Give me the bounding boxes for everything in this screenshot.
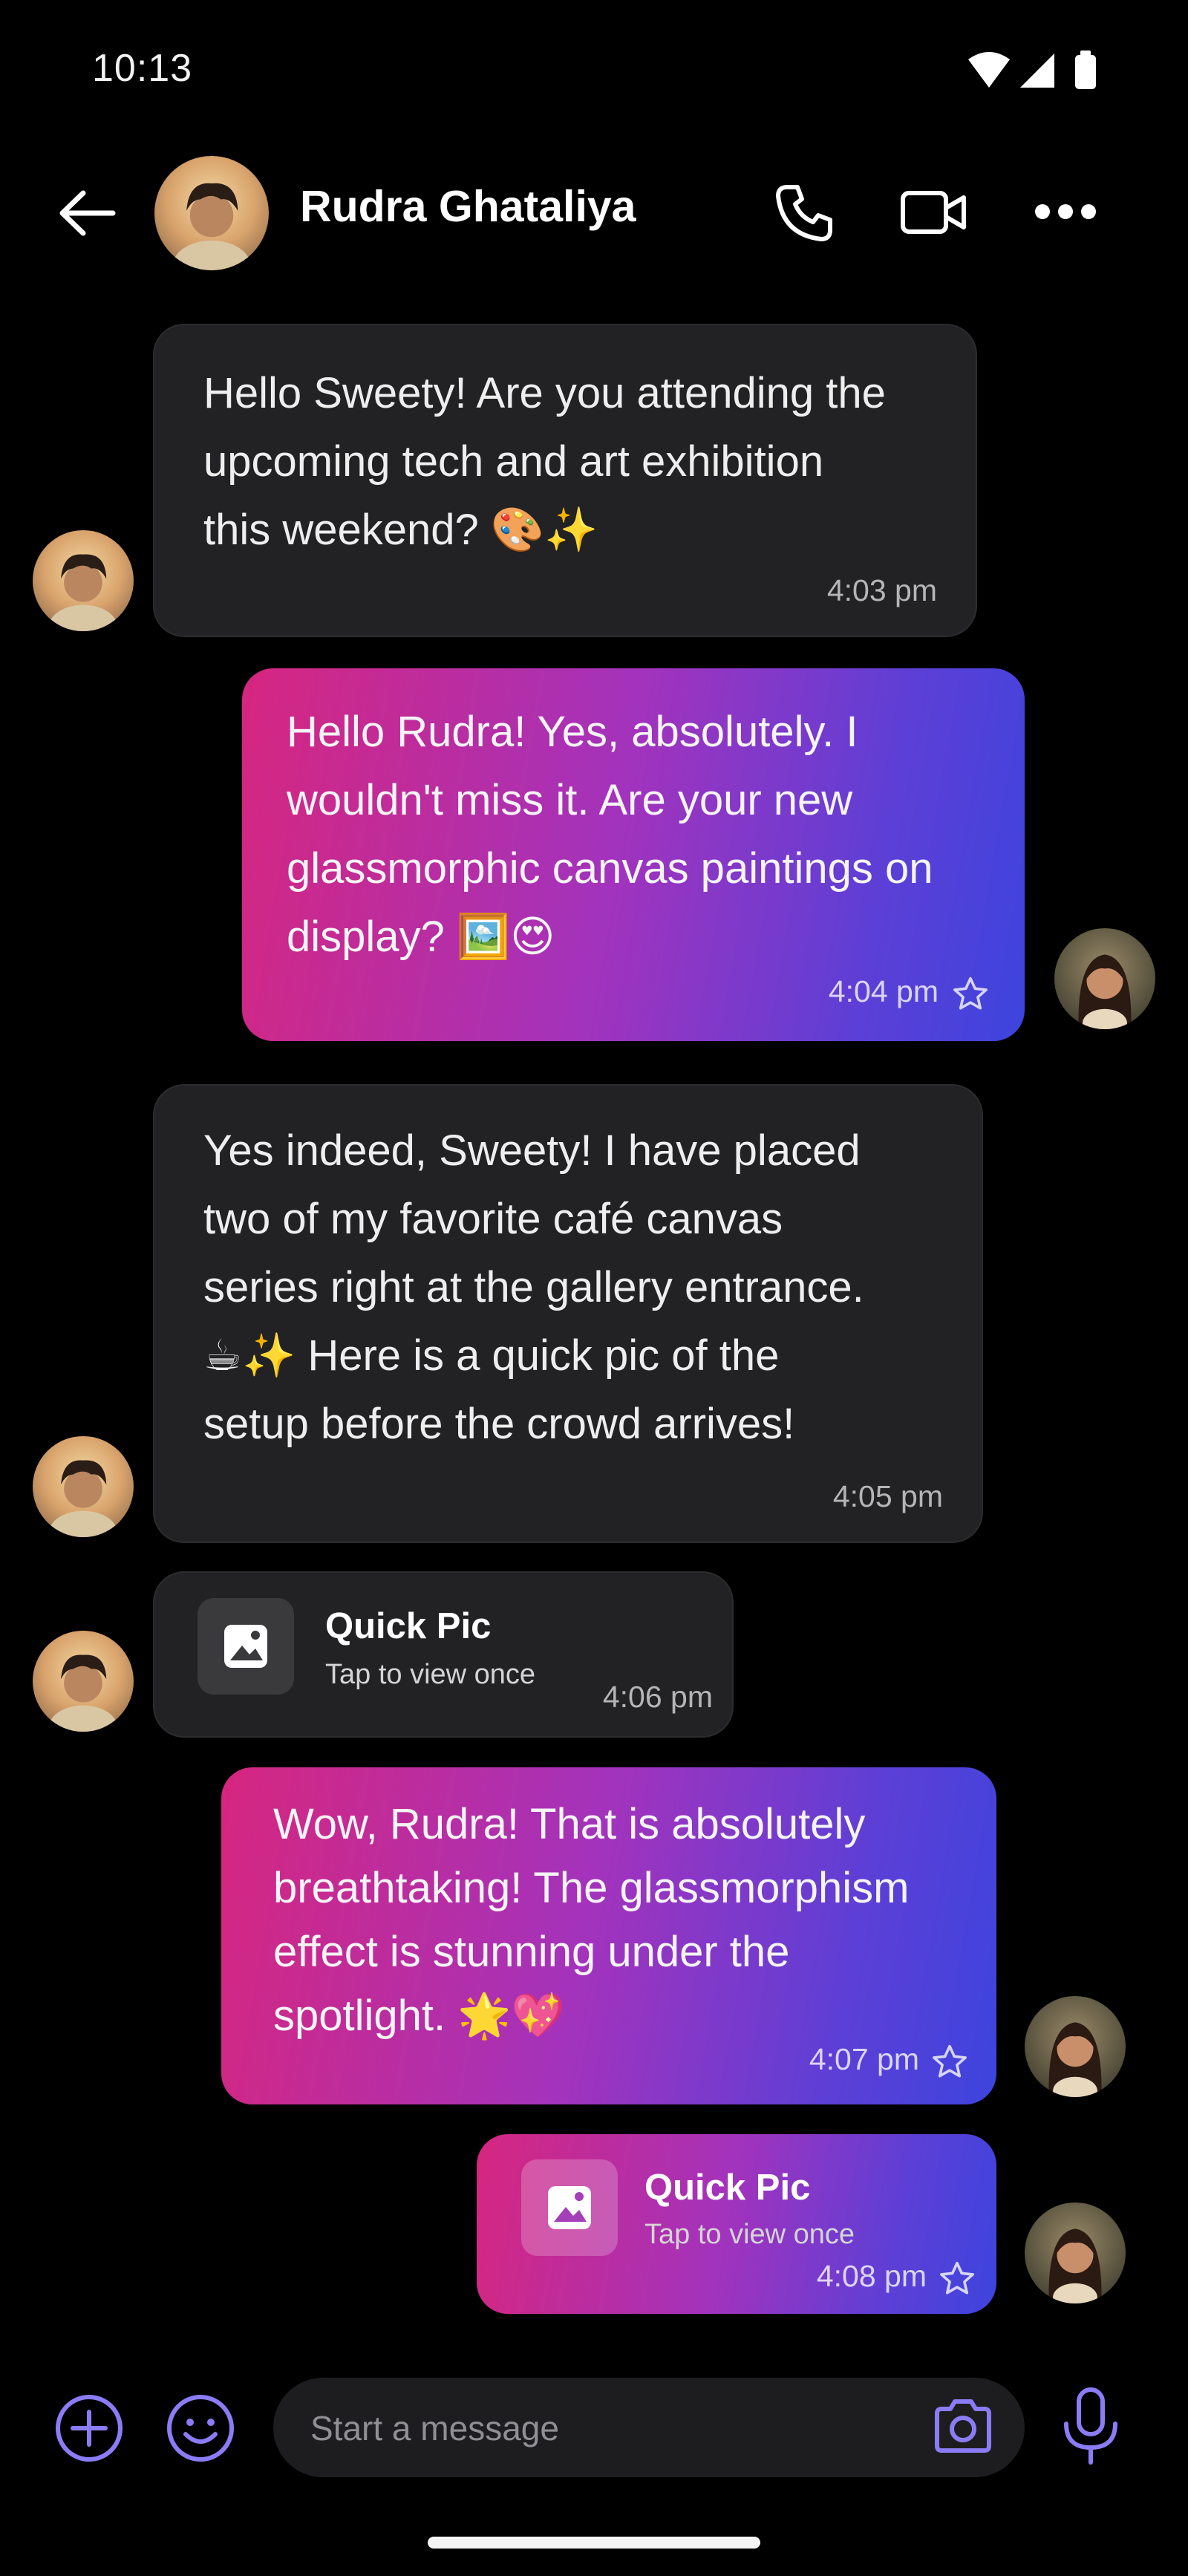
user-avatar[interactable] (1025, 2202, 1126, 2303)
quick-pic-bubble[interactable]: Quick Pic Tap to view once 4:06 pm (153, 1571, 734, 1738)
message-time: 4:04 pm (828, 974, 939, 1008)
camera-button[interactable] (931, 2397, 995, 2456)
back-button[interactable] (53, 183, 120, 244)
user-avatar[interactable] (1025, 1996, 1126, 2097)
phone-icon (776, 185, 832, 241)
message-time: 4:05 pm (832, 1479, 943, 1513)
camera-icon (935, 2399, 991, 2453)
quick-pic-subtitle: Tap to view once (325, 1659, 536, 1690)
message-time: 4:07 pm (809, 2042, 919, 2076)
contact-avatar[interactable] (33, 530, 134, 631)
add-icon (56, 2395, 123, 2462)
signal-icon (1020, 53, 1054, 88)
status-time: 10:13 (92, 47, 193, 90)
video-call-button[interactable] (900, 187, 968, 238)
star-icon[interactable] (937, 2259, 977, 2299)
quick-pic-thumbnail (198, 1598, 294, 1695)
video-camera-icon (901, 191, 966, 234)
microphone-icon (1064, 2387, 1117, 2465)
image-icon (548, 2186, 591, 2229)
more-icon (1035, 204, 1096, 219)
message-input[interactable] (309, 2378, 876, 2479)
home-indicator[interactable] (428, 2537, 760, 2549)
contact-avatar[interactable] (154, 156, 269, 270)
image-icon (224, 1625, 267, 1668)
message-bubble[interactable]: Wow, Rudra! That is absolutely breathtak… (221, 1767, 996, 2104)
call-button[interactable] (772, 181, 836, 245)
message-bubble[interactable]: Yes indeed, Sweety! I have placed two of… (153, 1084, 983, 1543)
message-text: Hello Rudra! Yes, absolutely. I wouldn't… (287, 708, 933, 961)
add-attachment-button[interactable] (53, 2393, 125, 2464)
quick-pic-title: Quick Pic (644, 2168, 811, 2208)
quick-pic-subtitle: Tap to view once (644, 2219, 855, 2250)
emoji-icon (167, 2395, 234, 2462)
star-icon[interactable] (930, 2042, 970, 2082)
star-icon[interactable] (950, 974, 990, 1014)
wifi-icon (968, 52, 1010, 88)
message-composer (273, 2378, 1025, 2479)
quick-pic-thumbnail (521, 2159, 618, 2256)
message-bubble[interactable]: Hello Rudra! Yes, absolutely. I wouldn't… (242, 668, 1025, 1041)
status-icons (967, 49, 1100, 91)
message-time: 4:06 pm (602, 1680, 713, 1714)
emoji-button[interactable] (165, 2393, 236, 2464)
battery-icon (1075, 50, 1096, 89)
contact-name[interactable]: Rudra Ghataliya (300, 181, 636, 232)
quick-pic-bubble[interactable]: Quick Pic Tap to view once 4:08 pm (477, 2134, 996, 2314)
voice-message-button[interactable] (1057, 2385, 1124, 2467)
user-avatar[interactable] (1054, 928, 1155, 1029)
message-time: 4:08 pm (816, 2259, 927, 2293)
message-text: Wow, Rudra! That is absolutely breathtak… (273, 1800, 910, 2040)
message-bubble[interactable]: Hello Sweety! Are you attending the upco… (153, 324, 977, 637)
back-arrow-icon (59, 190, 116, 236)
more-options-button[interactable] (1034, 199, 1097, 224)
contact-avatar[interactable] (33, 1631, 134, 1732)
message-text: Hello Sweety! Are you attending the upco… (203, 369, 886, 554)
message-text: Yes indeed, Sweety! I have placed two of… (203, 1126, 864, 1448)
quick-pic-title: Quick Pic (325, 1606, 492, 1646)
contact-avatar[interactable] (33, 1436, 134, 1537)
message-time: 4:03 pm (826, 573, 937, 607)
